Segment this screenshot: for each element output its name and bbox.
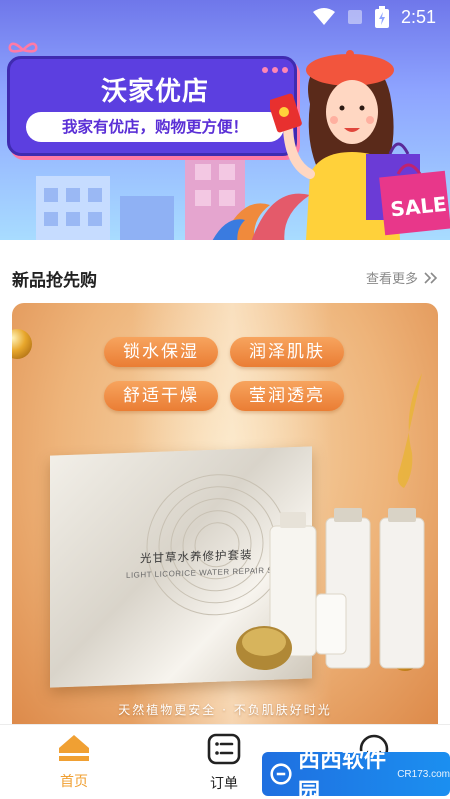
promo-slogan: 天然植物更安全 · 不负肌肤好时光 xyxy=(118,703,332,717)
nav-label: 首页 xyxy=(60,774,88,790)
home-icon xyxy=(59,735,89,761)
section-title: 新品抢先购 xyxy=(12,271,97,291)
watermark-text: 西西软件园 xyxy=(298,748,387,799)
nav-label: 订单 xyxy=(210,776,238,792)
nav-item-home[interactable]: 首页 xyxy=(34,733,114,791)
gold-ball-decoration xyxy=(12,329,32,359)
watermark-logo-icon xyxy=(270,763,292,785)
oil-drop-decoration xyxy=(397,373,422,488)
see-more-link[interactable]: 查看更多 xyxy=(366,268,438,287)
site-watermark: 西西软件园 CR173.com xyxy=(262,748,450,799)
signal-icon xyxy=(347,10,362,24)
feature-tag: 莹润透亮 xyxy=(230,381,344,411)
shopper-illustration: SALE xyxy=(270,50,450,240)
feature-tag: 锁水保湿 xyxy=(104,337,218,367)
banner-subtitle: 我家有优店，购物更方便！ xyxy=(26,112,284,142)
hero-banner[interactable]: 2:51 沃家优店 我家有优店，购物更方便！ SALE xyxy=(0,0,450,240)
orders-icon xyxy=(207,733,241,765)
feature-tag: 润泽肌肤 xyxy=(230,337,344,367)
feature-tag: 舒适干燥 xyxy=(104,381,218,411)
wifi-icon xyxy=(312,8,335,25)
product-promo-card[interactable]: 锁水保湿 润泽肌肤 舒适干燥 莹润透亮 光甘草水养修护套装 LIGHT LICO… xyxy=(12,303,438,724)
double-chevron-right-icon xyxy=(424,271,438,284)
watermark-site: CR173.com xyxy=(397,768,450,780)
building-illustration xyxy=(120,196,174,240)
banner-title: 沃家优店 xyxy=(100,77,209,107)
product-bottles xyxy=(236,508,425,670)
banner-card: 沃家优店 我家有优店，购物更方便！ xyxy=(7,56,297,156)
building-illustration xyxy=(36,176,110,240)
nav-item-orders[interactable]: 订单 xyxy=(184,733,264,793)
status-time: 2:51 xyxy=(400,6,436,27)
battery-icon xyxy=(374,6,389,28)
new-products-section: 新品抢先购 查看更多 锁水保湿 润泽肌肤 舒适干燥 莹润透亮 光甘草水养修护套装… xyxy=(0,240,450,724)
status-bar: 2:51 xyxy=(0,0,450,34)
see-more-label: 查看更多 xyxy=(365,272,418,287)
